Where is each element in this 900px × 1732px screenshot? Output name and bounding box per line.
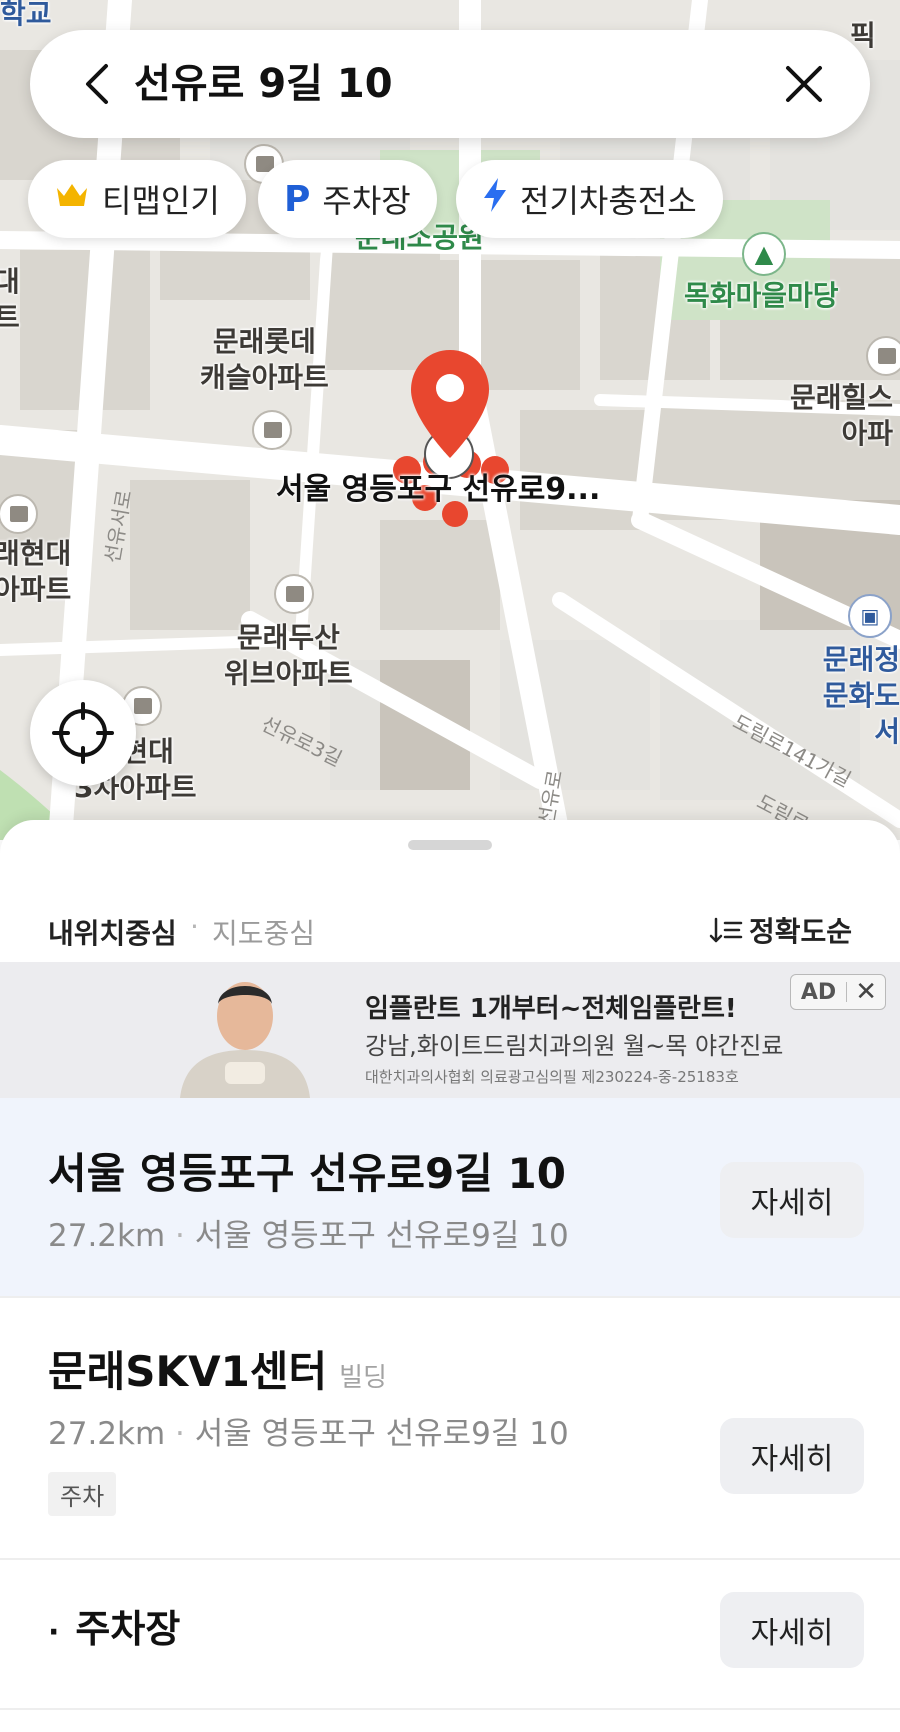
ad-fine-print: 대한치과의사협회 의료광고심의필 제230224-중-25183호 — [365, 1068, 739, 1086]
detail-button[interactable]: 자세히 — [720, 1418, 864, 1494]
crosshair-icon — [52, 702, 114, 764]
result-title: · 주차장 — [48, 1598, 180, 1653]
result-category: 빌딩 — [339, 1363, 387, 1393]
result-distance: 27.2km — [48, 1416, 166, 1452]
result-item[interactable]: 문래SKV1센터 빌딩 27.2km · 서울 영등포구 선유로9길 10 주차 … — [0, 1298, 900, 1560]
mode-my-location[interactable]: 내위치중심 — [48, 912, 177, 952]
result-name: 문래SKV1센터 — [48, 1347, 328, 1396]
result-distance: 27.2km — [48, 1218, 166, 1254]
result-item[interactable]: · 주차장 자세히 — [0, 1560, 900, 1710]
close-icon — [786, 66, 822, 102]
app-screen: 학교 픽 문래소공원 목화마을마당 ▲ 문래롯데 캐슬아파트 문래힐스 아파 래… — [0, 0, 900, 1732]
map-label-doosan: 문래두산 위브아파트 — [224, 621, 353, 690]
apartment-icon — [252, 410, 292, 450]
search-query-text[interactable]: 선유로 9길 10 — [134, 58, 393, 110]
current-location-button[interactable] — [30, 680, 136, 786]
results-sheet[interactable]: 내위치중심 · 지도중심 정확도순 임플란트 1개부터~전체임플란트! 강남,화… — [0, 820, 900, 1732]
lightning-icon — [482, 176, 508, 222]
detail-button[interactable]: 자세히 — [720, 1592, 864, 1668]
ad-banner[interactable]: 임플란트 1개부터~전체임플란트! 강남,화이트드림치과의원 월~목 야간진료 … — [0, 962, 900, 1098]
chevron-left-icon — [86, 64, 108, 104]
mode-map-center[interactable]: 지도중심 — [212, 912, 315, 952]
map-label-mokhwa: 목화마을마당 — [684, 279, 839, 312]
chip-parking[interactable]: P 주차장 — [258, 160, 437, 238]
sort-label: 정확도순 — [748, 915, 852, 948]
sort-button[interactable]: 정확도순 — [709, 910, 852, 950]
location-pin-icon[interactable] — [405, 346, 495, 466]
map-label-school: 학교 — [0, 0, 52, 30]
ad-close-button[interactable]: ✕ — [847, 977, 885, 1007]
detail-button[interactable]: 자세히 — [720, 1162, 864, 1238]
search-bar[interactable]: 선유로 9길 10 — [30, 30, 870, 138]
back-button[interactable] — [70, 54, 130, 114]
parking-icon: P — [284, 178, 311, 220]
bullet: · — [48, 1615, 60, 1650]
pin-label: 서울 영등포구 선유로9... — [276, 472, 601, 507]
map-label-hyundai-left: 래현대 아파트 — [0, 537, 72, 606]
result-address: 서울 영등포구 선유로9길 10 — [194, 1218, 569, 1254]
result-meta: 27.2km · 서울 영등포구 선유로9길 10 — [48, 1416, 569, 1452]
result-meta: 27.2km · 서울 영등포구 선유로9길 10 — [48, 1218, 569, 1254]
tree-icon: ▲ — [742, 232, 786, 276]
result-name: 주차장 — [75, 1607, 181, 1651]
mode-separator: · — [190, 910, 199, 943]
chip-label: 전기차충전소 — [520, 182, 697, 220]
map-label-hills: 문래힐스 아파 — [790, 381, 894, 450]
ad-label: AD — [800, 979, 837, 1005]
ad-badge: AD ✕ — [789, 974, 886, 1010]
chip-label: 주차장 — [322, 182, 411, 220]
map-label-lotte: 문래롯데 캐슬아파트 — [200, 325, 329, 394]
clear-button[interactable] — [774, 54, 834, 114]
apartment-icon — [866, 336, 900, 376]
parking-tag: 주차 — [48, 1472, 117, 1516]
result-title: 문래SKV1센터 빌딩 — [48, 1338, 387, 1399]
crown-icon — [54, 180, 90, 218]
sort-icon — [709, 917, 743, 943]
sheet-drag-handle[interactable] — [408, 840, 492, 850]
ad-title: 임플란트 1개부터~전체임플란트! — [365, 994, 737, 1024]
chip-ev-charger[interactable]: 전기차충전소 — [456, 160, 723, 238]
result-title: 서울 영등포구 선유로9길 10 — [48, 1149, 566, 1198]
ad-subtitle: 강남,화이트드림치과의원 월~목 야간진료 — [365, 1032, 784, 1060]
map-label-library: 문래정 문화도서 — [822, 643, 900, 748]
result-item[interactable]: 서울 영등포구 선유로9길 10 27.2km · 서울 영등포구 선유로9길 … — [0, 1098, 900, 1298]
map-label-left-edge: 대 트 — [0, 265, 20, 334]
chip-label: 티맵인기 — [102, 182, 220, 220]
sort-row: 내위치중심 · 지도중심 정확도순 — [0, 880, 900, 970]
ad-person-image — [180, 982, 310, 1098]
result-address: 서울 영등포구 선유로9길 10 — [194, 1416, 569, 1452]
chip-tmap-popular[interactable]: 티맵인기 — [28, 160, 246, 238]
library-icon: ▣ — [848, 594, 892, 638]
apartment-icon — [274, 574, 314, 614]
